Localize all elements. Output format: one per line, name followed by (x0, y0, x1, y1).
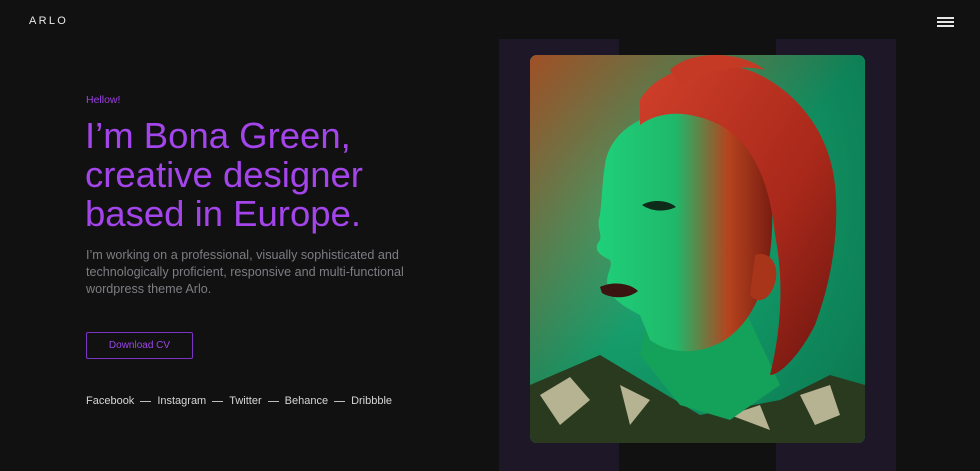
social-link-dribbble[interactable]: Dribbble (351, 395, 392, 407)
separator-dash (212, 400, 224, 402)
page: ARLO Hellow! I’m Bona Green, creative de… (0, 0, 980, 471)
menu-line (937, 25, 954, 27)
hero-headline: I’m Bona Green, creative designer based … (85, 115, 363, 234)
social-link-twitter[interactable]: Twitter (229, 395, 261, 407)
social-link-instagram[interactable]: Instagram (157, 395, 206, 407)
portrait-photo (530, 55, 865, 443)
separator-dash (334, 400, 346, 402)
hero-intro: I’m working on a professional, visually … (86, 248, 404, 296)
site-logo[interactable]: ARLO (29, 15, 68, 27)
social-link-behance[interactable]: Behance (285, 395, 328, 407)
greeting-text: Hellow! (86, 94, 121, 106)
social-links: Facebook Instagram Twitter Behance Dribb… (86, 395, 392, 407)
social-link-facebook[interactable]: Facebook (86, 395, 134, 407)
hamburger-menu-icon[interactable] (937, 16, 954, 27)
portrait-illustration (530, 55, 865, 443)
download-cv-button[interactable]: Download CV (86, 332, 193, 359)
menu-line (937, 17, 954, 19)
separator-dash (267, 400, 279, 402)
decorative-gap (619, 39, 776, 56)
separator-dash (140, 400, 152, 402)
menu-line (937, 21, 954, 23)
